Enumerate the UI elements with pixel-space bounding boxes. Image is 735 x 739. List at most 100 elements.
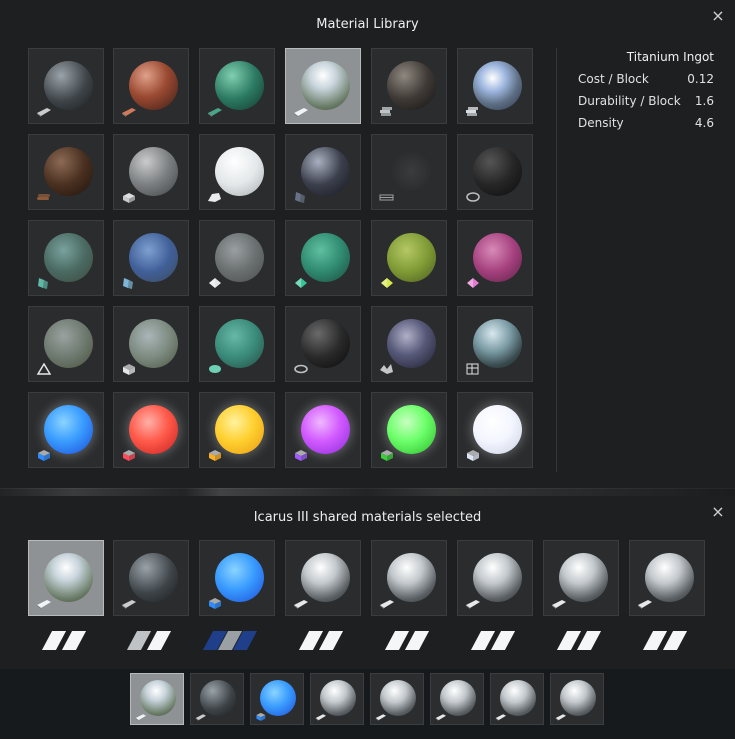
ingot-icon [435, 712, 446, 721]
material-cell[interactable] [371, 392, 447, 468]
material-cell[interactable] [113, 220, 189, 296]
material-cell[interactable] [199, 134, 275, 210]
selected-material-slot[interactable] [28, 540, 104, 616]
material-cell[interactable] [113, 306, 189, 382]
gem-icon [207, 277, 222, 289]
divider [556, 48, 557, 472]
material-sphere [301, 233, 350, 282]
hotbar-slot[interactable] [250, 673, 304, 725]
material-cell[interactable] [285, 306, 361, 382]
material-cell[interactable] [113, 392, 189, 468]
material-sphere [260, 680, 296, 716]
material-sphere [440, 680, 476, 716]
ingot-icon [135, 712, 146, 721]
cube-icon [36, 449, 51, 461]
material-cell[interactable] [371, 306, 447, 382]
bars-icon [379, 105, 394, 117]
slot-assignment-marker [556, 629, 606, 651]
glass-icon [121, 277, 136, 289]
material-cell[interactable] [371, 134, 447, 210]
marker-bar [576, 631, 602, 650]
slot-assignment-marker [384, 629, 434, 651]
material-cell[interactable] [113, 48, 189, 124]
selected-material-slot[interactable] [199, 540, 275, 616]
wire-icon [465, 363, 480, 375]
ingot-icon [495, 712, 506, 721]
slot-assignment-marker [298, 629, 348, 651]
hotbar-slot[interactable] [370, 673, 424, 725]
selected-material-slot[interactable] [285, 540, 361, 616]
hotbar-slot[interactable] [490, 673, 544, 725]
material-sphere [200, 680, 236, 716]
material-sphere [387, 405, 436, 454]
marker-bar [61, 631, 87, 650]
material-cell[interactable] [285, 392, 361, 468]
material-sphere [387, 61, 436, 110]
hotbar-slot[interactable] [430, 673, 484, 725]
material-cell[interactable] [28, 48, 104, 124]
hotbar-slot[interactable] [130, 673, 184, 725]
material-cell[interactable] [371, 220, 447, 296]
material-cell[interactable] [28, 220, 104, 296]
material-cell[interactable] [285, 220, 361, 296]
material-sphere [129, 319, 178, 368]
material-sphere [301, 61, 350, 110]
cube-icon [121, 363, 136, 375]
selected-material-slot[interactable] [457, 540, 533, 616]
material-cell[interactable] [28, 306, 104, 382]
hotbar-slot[interactable] [550, 673, 604, 725]
close-icon[interactable]: × [709, 503, 727, 521]
ring-icon [293, 363, 308, 375]
material-cell[interactable] [199, 306, 275, 382]
gem-icon [293, 277, 308, 289]
selected-material-slot[interactable] [113, 540, 189, 616]
material-cell[interactable] [199, 220, 275, 296]
drop-icon [207, 363, 222, 375]
selected-material-slot[interactable] [629, 540, 705, 616]
material-sphere [44, 553, 93, 602]
ingot-icon [375, 712, 386, 721]
material-cell[interactable] [285, 48, 361, 124]
marker-bar [662, 631, 688, 650]
material-sphere [215, 61, 264, 110]
background-strip [0, 488, 735, 496]
ingot-icon [121, 105, 136, 117]
block-icon [121, 191, 136, 203]
material-cell[interactable] [199, 48, 275, 124]
glass-icon [293, 191, 308, 203]
ingot-icon [379, 597, 394, 609]
material-cell[interactable] [371, 48, 447, 124]
material-sphere [129, 233, 178, 282]
material-sphere [473, 553, 522, 602]
selected-material-slot[interactable] [543, 540, 619, 616]
material-sphere [473, 233, 522, 282]
hotbar-slot[interactable] [190, 673, 244, 725]
ingot-icon [551, 597, 566, 609]
slot-assignment-marker [41, 629, 91, 651]
detail-label: Density [578, 116, 624, 130]
rock-icon [207, 191, 222, 203]
material-cell[interactable] [113, 134, 189, 210]
close-icon[interactable]: × [709, 7, 727, 25]
material-cell[interactable] [457, 48, 533, 124]
slot-assignment-marker [642, 629, 692, 651]
detail-row: Cost / Block 0.12 [578, 71, 714, 93]
material-sphere [387, 147, 436, 196]
material-cell[interactable] [28, 392, 104, 468]
material-cell[interactable] [457, 306, 533, 382]
material-cell[interactable] [457, 220, 533, 296]
detail-value: 1.6 [694, 94, 714, 108]
hotbar-slot[interactable] [310, 673, 364, 725]
coil-icon [465, 191, 480, 203]
logs-icon [36, 191, 51, 203]
selected-material-slot[interactable] [371, 540, 447, 616]
material-cell[interactable] [285, 134, 361, 210]
slot-assignment-marker [202, 629, 262, 651]
material-cell[interactable] [199, 392, 275, 468]
material-cell[interactable] [457, 134, 533, 210]
material-cell[interactable] [457, 392, 533, 468]
detail-value: 0.12 [687, 72, 714, 86]
ingot-icon [555, 712, 566, 721]
material-sphere [129, 61, 178, 110]
material-cell[interactable] [28, 134, 104, 210]
